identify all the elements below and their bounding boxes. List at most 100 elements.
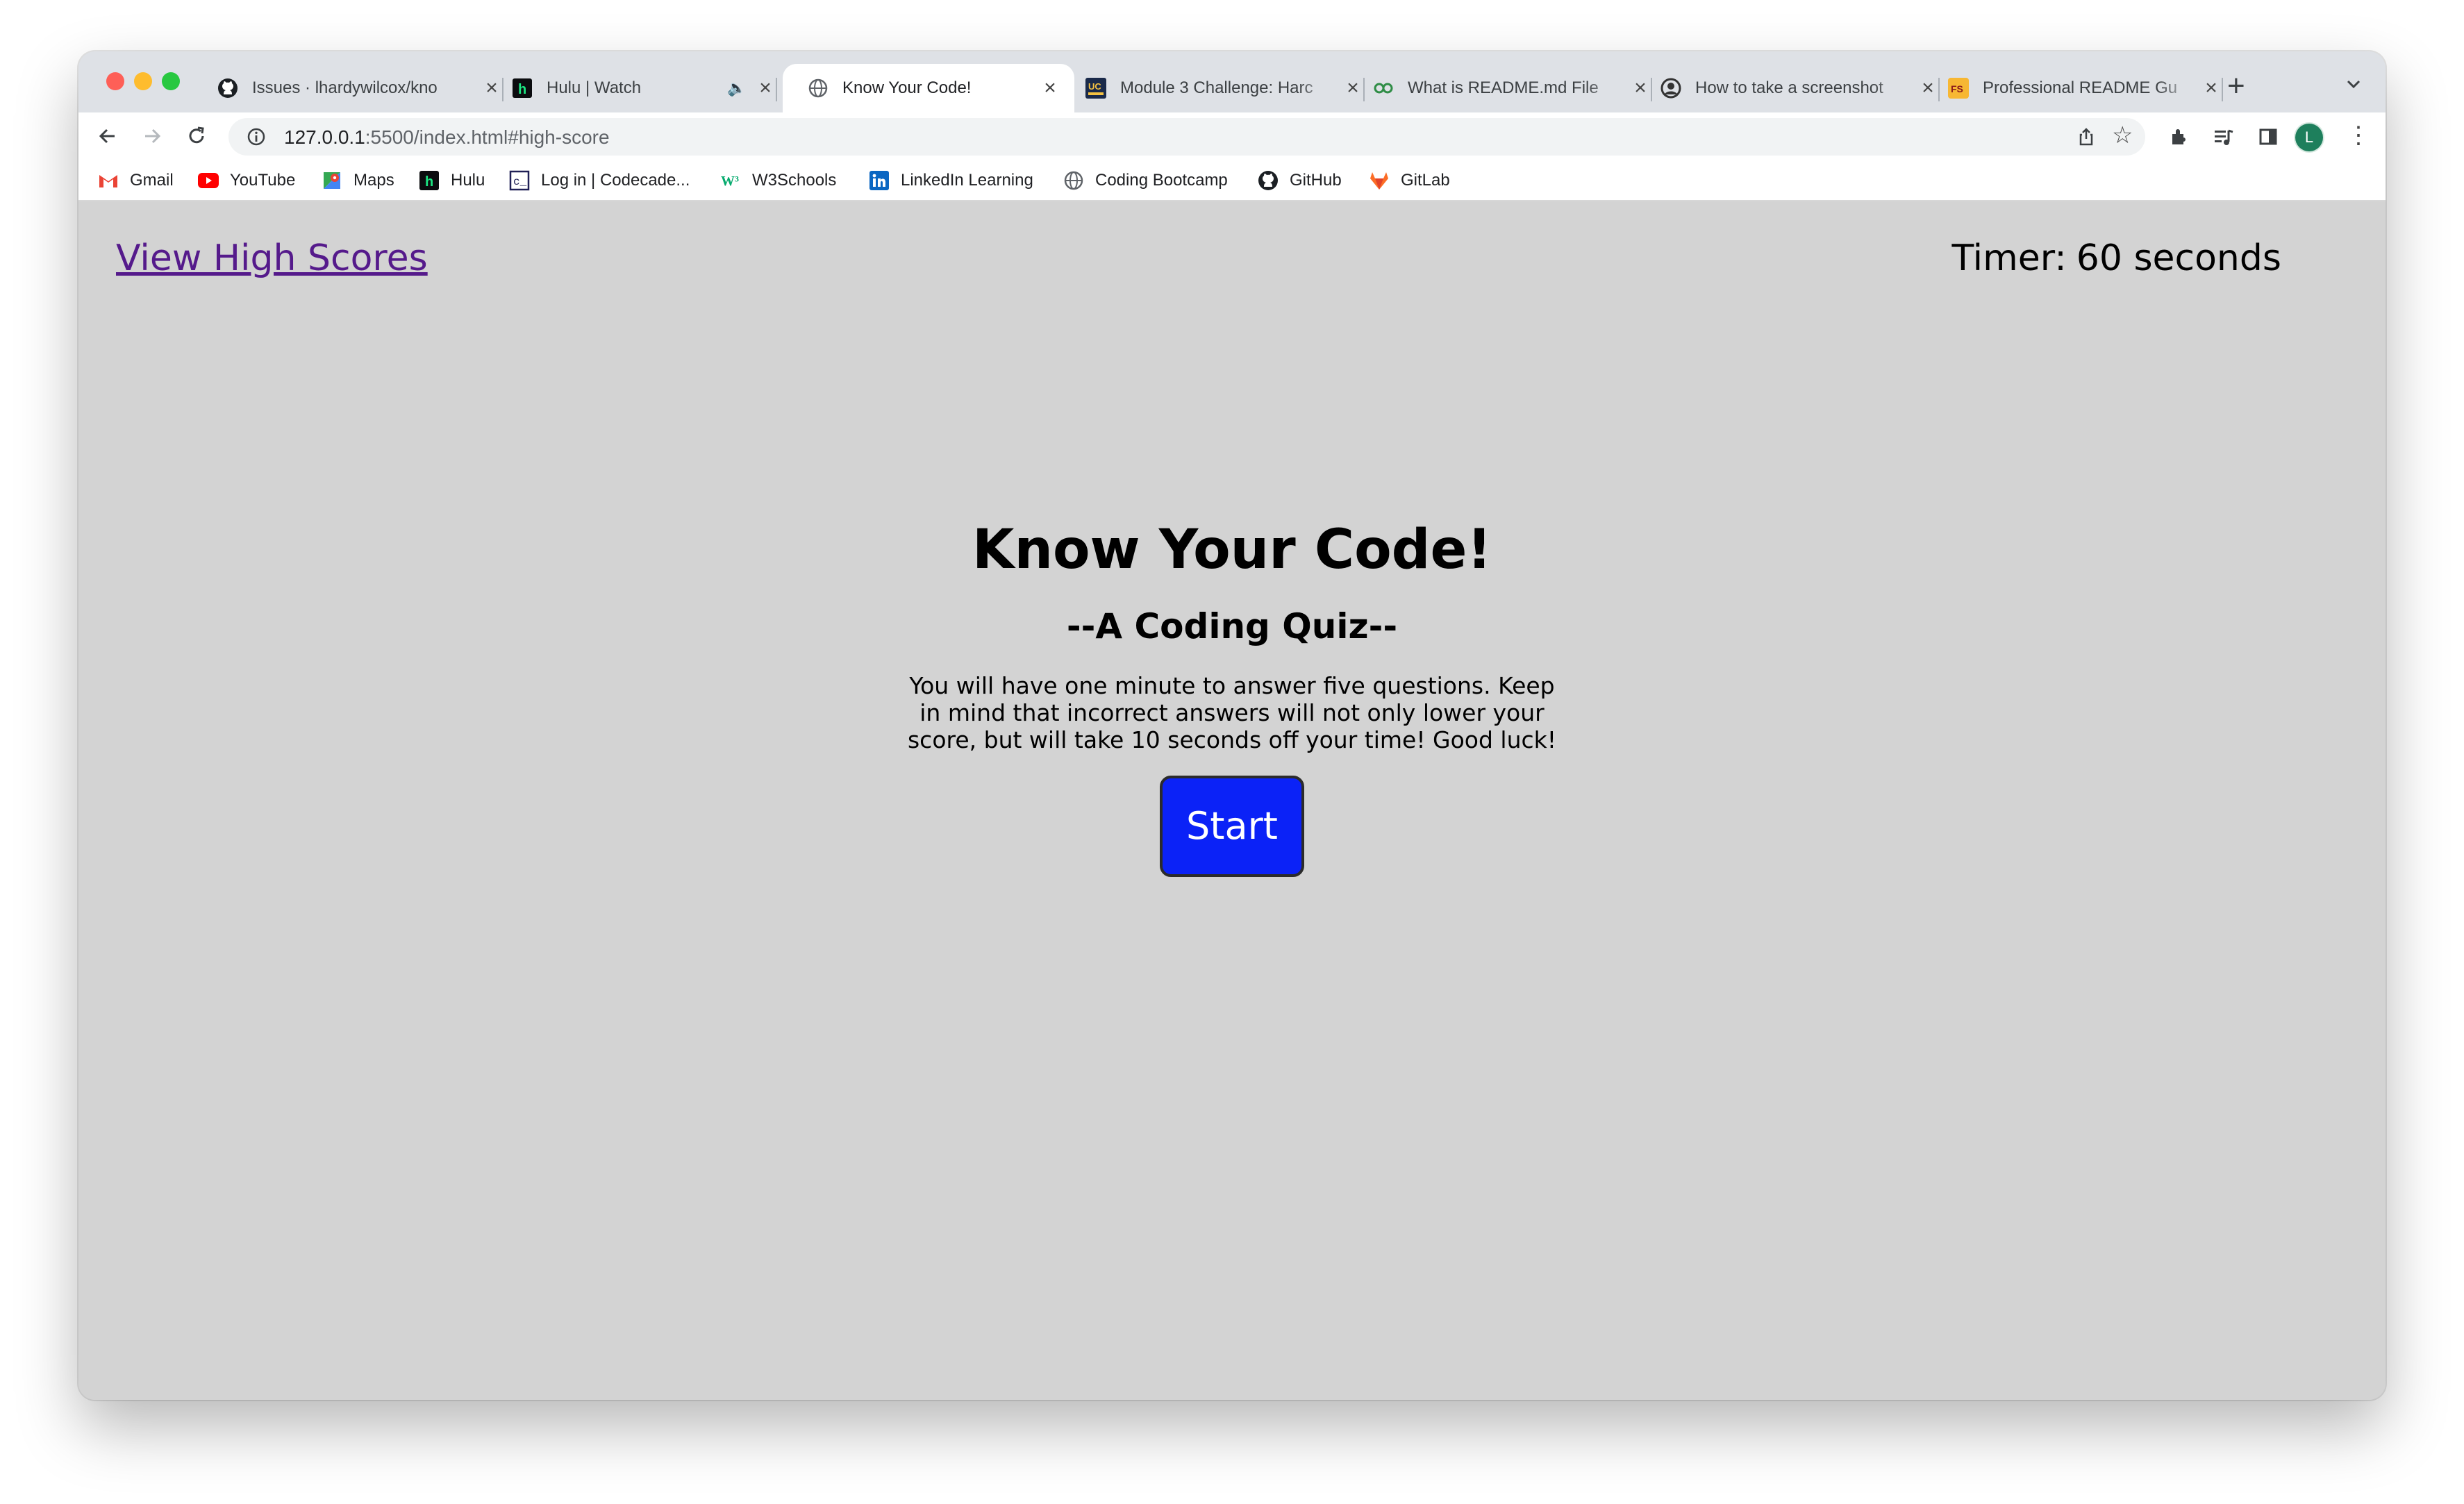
hulu-icon: h [512,78,533,99]
page-content: View High Scores Timer: 60 seconds Know Y… [78,201,2386,1400]
w3schools-icon: W³ [720,170,741,191]
tab-screenshot[interactable]: How to take a screenshot × [1660,64,1940,112]
browser-toolbar: 127.0.0.1:5500/index.html#high-score ☆ L… [78,112,2386,160]
bookmark-codecademy[interactable]: c_ Log in | Codecade... [509,169,690,192]
tab-separator [1938,78,1940,101]
timer-label: Timer: [1951,237,2067,279]
more-menu-icon[interactable]: ⋮ [2347,124,2370,147]
close-window-button[interactable] [106,72,124,90]
tab-title: What is README.md File [1408,78,1599,97]
page-title: Know Your Code! [972,519,1492,581]
close-tab-icon[interactable]: × [1630,76,1651,100]
minimize-window-button[interactable] [134,72,152,90]
tab-title: Professional README Gu [1983,78,2178,97]
tab-know-your-code[interactable]: Know Your Code! × [783,64,1074,112]
chevron-down-icon[interactable] [2345,75,2363,93]
tab-separator [1651,78,1652,101]
bookmark-youtube[interactable]: YouTube [198,169,295,192]
bookmark-label: GitHub [1290,171,1342,190]
maps-icon [322,170,342,191]
hulu-icon: h [419,170,440,191]
bookmarks-bar: Gmail YouTube Maps h Hulu c_ Log in | Co… [78,160,2386,201]
bookmark-star-icon[interactable]: ☆ [2112,124,2133,147]
bookmark-linkedin-learning[interactable]: LinkedIn Learning [869,169,1033,192]
github-icon [217,78,238,99]
media-control-icon[interactable] [2212,125,2236,149]
instructions-text: You will have one minute to answer five … [907,671,1556,753]
tab-separator [502,78,503,101]
url-text: 127.0.0.1:5500/index.html#high-score [284,126,610,149]
bookmark-hulu[interactable]: h Hulu [419,169,485,192]
tab-strip: Issues · lhardywilcox/kno × h Hulu | Wat… [78,51,2386,112]
info-icon[interactable] [247,127,266,147]
close-tab-icon[interactable]: × [2201,76,2222,100]
bookmark-label: Hulu [451,171,485,190]
bookmark-gitlab[interactable]: GitLab [1369,169,1450,192]
bookmark-label: YouTube [230,171,296,190]
tab-title: Know Your Code! [842,78,972,97]
bookmark-github[interactable]: GitHub [1258,169,1342,192]
linkedin-icon [869,170,890,191]
globe-icon [808,78,829,99]
svg-text:h: h [518,82,526,97]
tab-separator [776,78,777,101]
svg-text:c_: c_ [513,176,527,188]
tab-title: Module 3 Challenge: Harc [1120,78,1313,97]
globe-icon [1063,170,1084,191]
maximize-window-button[interactable] [162,72,180,90]
close-tab-icon[interactable]: × [1917,76,1938,100]
start-button[interactable]: Start [1160,775,1304,877]
gmail-icon [98,170,119,191]
bookmark-gmail[interactable]: Gmail [98,169,174,192]
svg-text:FS: FS [1951,83,1963,94]
bookmark-label: Coding Bootcamp [1095,171,1228,190]
bookmark-maps[interactable]: Maps [322,169,394,192]
bookmark-label: Maps [353,171,394,190]
bookmark-label: GitLab [1401,171,1450,190]
page-subtitle: --A Coding Quiz-- [1066,605,1398,646]
view-high-scores-link[interactable]: View High Scores [116,237,428,279]
tab-separator [1363,78,1365,101]
tab-title: How to take a screenshot [1695,78,1883,97]
tab-hulu[interactable]: h Hulu | Watch 🔈 × [512,64,777,112]
github-icon [1258,170,1279,191]
browser-window: Issues · lhardywilcox/kno × h Hulu | Wat… [78,51,2386,1400]
quiz-intro: Know Your Code! --A Coding Quiz-- You wi… [78,519,2386,877]
extensions-icon[interactable] [2167,125,2191,149]
url-path: :5500/index.html#high-score [365,126,610,148]
ucb-icon: UC [1085,78,1106,99]
speaker-icon[interactable]: 🔈 [724,79,749,97]
address-bar[interactable]: 127.0.0.1:5500/index.html#high-score ☆ [228,118,2145,156]
profile-avatar[interactable]: L [2295,124,2323,151]
side-panel-icon[interactable] [2256,125,2280,149]
share-icon[interactable] [2076,126,2097,147]
bookmark-coding-bootcamp[interactable]: Coding Bootcamp [1063,169,1228,192]
tab-title: Issues · lhardywilcox/kno [252,78,438,97]
new-tab-icon[interactable]: + [2227,71,2245,101]
tab-title: Hulu | Watch [547,78,642,97]
back-arrow-icon[interactable] [94,122,122,150]
close-tab-icon[interactable]: × [755,76,776,100]
svg-text:W³: W³ [721,174,739,189]
bookmark-label: W3Schools [752,171,837,190]
bookmark-label: LinkedIn Learning [901,171,1033,190]
close-tab-icon[interactable]: × [1342,76,1363,100]
reload-icon[interactable] [183,122,210,150]
bookmark-label: Log in | Codecade... [541,171,690,190]
close-tab-icon[interactable]: × [481,76,502,100]
tab-module-3[interactable]: UC Module 3 Challenge: Harc × [1085,64,1365,112]
close-tab-icon[interactable]: × [1040,76,1060,100]
svg-text:UC: UC [1088,81,1101,92]
bookmark-label: Gmail [130,171,174,190]
bookmark-w3schools[interactable]: W³ W3Schools [720,169,836,192]
gitlab-icon [1369,170,1390,191]
tab-readme[interactable]: What is README.md File × [1373,64,1652,112]
forward-arrow-icon[interactable] [138,122,166,150]
tab-professional-readme[interactable]: FS Professional README Gu × [1948,64,2223,112]
youtube-icon [198,170,219,191]
codecademy-icon: c_ [509,170,530,191]
fs-icon: FS [1948,78,1969,99]
geeks-icon [1373,78,1394,99]
avatar-icon [1660,78,1681,99]
tab-issues[interactable]: Issues · lhardywilcox/kno × [217,64,503,112]
